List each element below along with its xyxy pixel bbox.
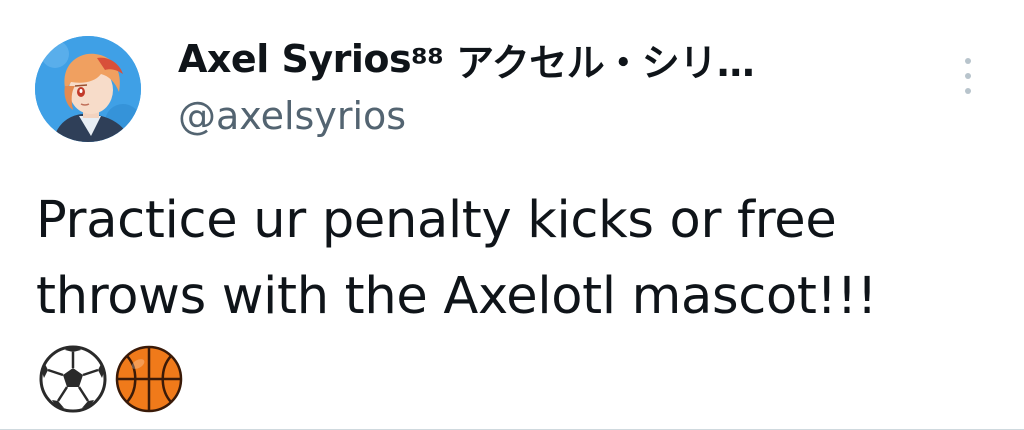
more-dot-icon	[965, 58, 971, 64]
basketball-icon	[115, 345, 183, 413]
more-options-button[interactable]	[956, 56, 980, 96]
emoji-row	[38, 344, 184, 414]
more-dot-icon	[965, 88, 971, 94]
tweet-card[interactable]: Axel Syrios ⁸⁸ アクセル・シリ… @axelsyrios Prac…	[0, 0, 1024, 430]
tweet-text-line-2: throws with the Axelotl mascot!!!	[36, 267, 877, 326]
anime-character-avatar-icon	[35, 36, 141, 142]
more-dot-icon	[965, 73, 971, 79]
author-name-row[interactable]: Axel Syrios ⁸⁸ アクセル・シリ…	[178, 32, 755, 87]
author-display-name[interactable]: Axel Syrios	[178, 37, 412, 81]
author-handle[interactable]: @axelsyrios	[178, 94, 406, 138]
soccer-ball-icon	[39, 345, 107, 413]
tweet-text-line-1: Practice ur penalty kicks or free	[36, 191, 837, 250]
tweet-text: Practice ur penalty kicks or free throws…	[36, 183, 1006, 335]
author-name-suffix[interactable]: ⁸⁸ アクセル・シリ…	[411, 32, 755, 87]
avatar[interactable]	[35, 36, 141, 142]
